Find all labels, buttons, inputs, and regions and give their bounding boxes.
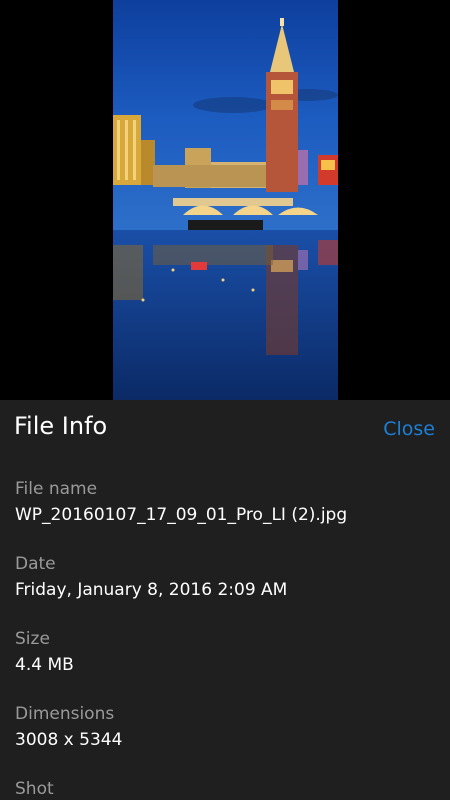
field-label: Shot (15, 779, 54, 799)
field-value: 3008 x 5344 (15, 730, 123, 750)
night-cityscape-photo[interactable] (113, 0, 338, 400)
field-label: File name (15, 479, 98, 499)
file-info-panel: File Info Close File name WP_20160107_17… (0, 400, 450, 800)
field-label: Size (15, 629, 50, 649)
date-field: Date Friday, January 8, 2016 2:09 AM (15, 553, 287, 601)
dimensions-field: Dimensions 3008 x 5344 (15, 703, 122, 751)
photo-viewer-screen: File Info Close File name WP_20160107_17… (0, 0, 450, 800)
file-name-field: File name WP_20160107_17_09_01_Pro_LI (2… (15, 478, 347, 526)
photo-area (0, 0, 450, 400)
field-label: Dimensions (15, 704, 115, 724)
size-field: Size 4.4 MB (15, 628, 74, 676)
field-value: 4.4 MB (15, 655, 74, 675)
field-value: WP_20160107_17_09_01_Pro_LI (2).jpg (15, 505, 348, 525)
close-button[interactable]: Close (383, 418, 435, 440)
field-value: Friday, January 8, 2016 2:09 AM (15, 580, 288, 600)
field-label: Date (15, 554, 56, 574)
shot-field: Shot (15, 778, 54, 800)
panel-title: File Info (14, 412, 108, 440)
